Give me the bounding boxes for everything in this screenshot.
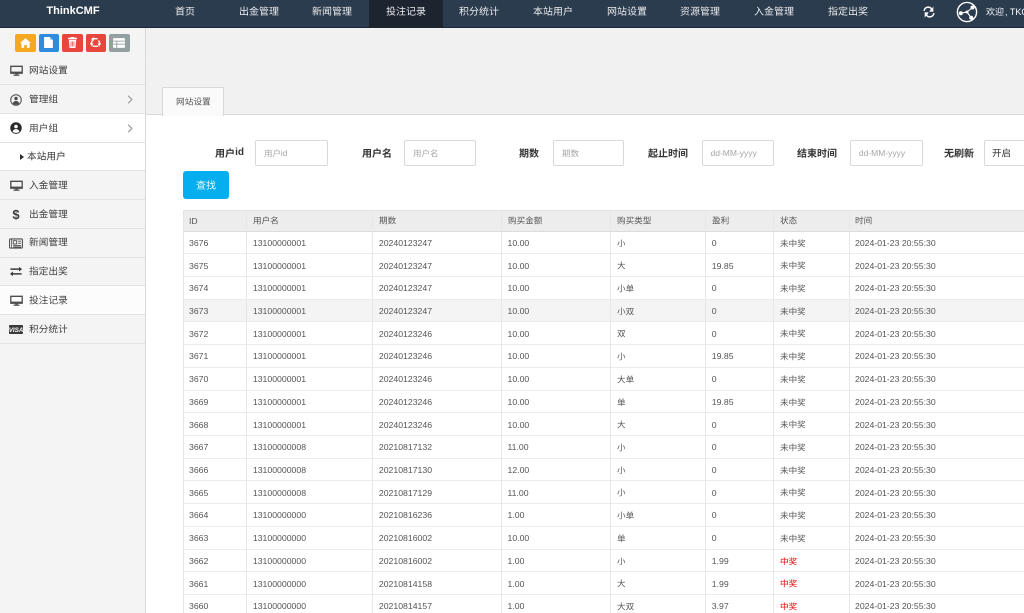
svg-text:VISA: VISA <box>9 327 23 334</box>
